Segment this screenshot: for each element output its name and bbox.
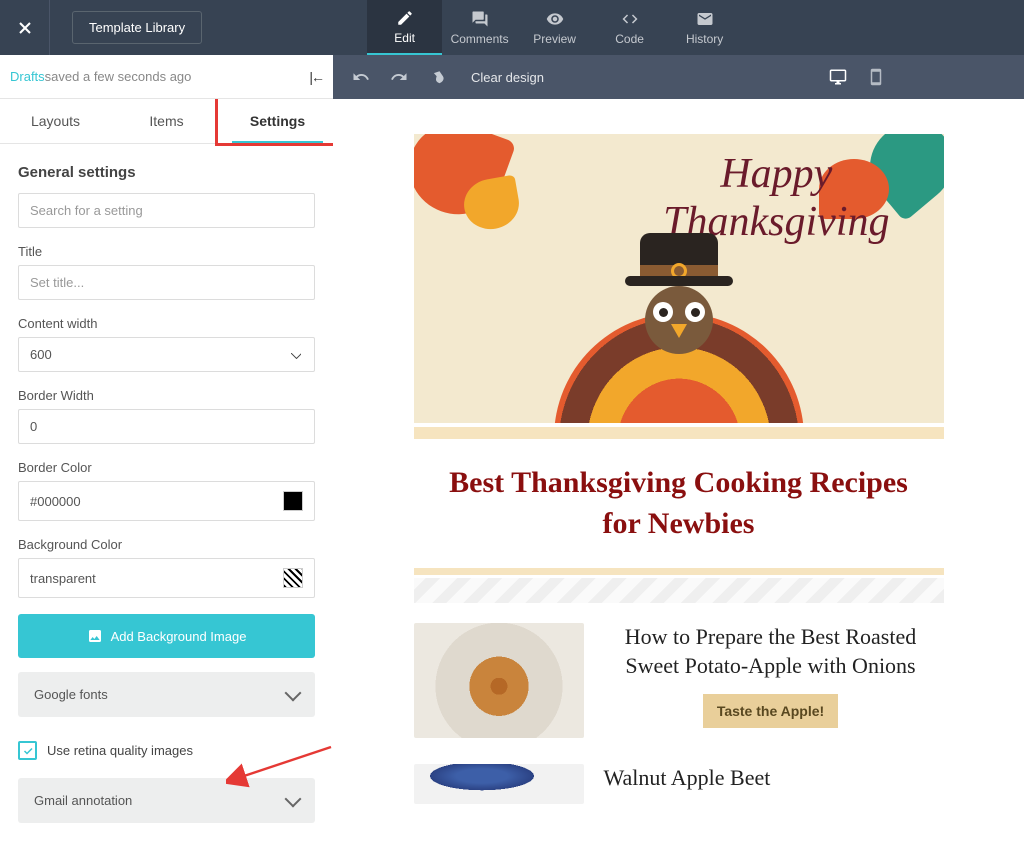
retina-label: Use retina quality images [47, 743, 193, 758]
action-bar: Clear design [333, 55, 1024, 99]
article-title: How to Prepare the Best Roasted Sweet Po… [604, 623, 938, 680]
title-label: Title [18, 244, 315, 259]
article-content: Walnut Apple Beet [604, 764, 944, 804]
top-bar: Template Library Edit Comments Preview C… [0, 0, 1024, 55]
droplet-off-icon [432, 70, 447, 85]
comments-icon [471, 10, 489, 28]
article-row: How to Prepare the Best Roasted Sweet Po… [414, 603, 944, 738]
clear-design-button[interactable]: Clear design [432, 70, 544, 85]
mobile-icon[interactable] [866, 68, 886, 86]
stripes-divider [414, 578, 944, 603]
tab-history[interactable]: History [667, 0, 742, 55]
tab-preview[interactable]: Preview [517, 0, 592, 55]
image-icon [87, 628, 103, 644]
pencil-icon [396, 9, 414, 27]
divider [414, 427, 944, 439]
tab-code[interactable]: Code [592, 0, 667, 55]
eye-icon [546, 10, 564, 28]
saved-label: saved a few seconds ago [45, 69, 192, 84]
panel-tab-items[interactable]: Items [111, 99, 222, 143]
bg-color-label: Background Color [18, 537, 315, 552]
panel-tabs: Layouts Items Settings [0, 99, 333, 144]
gmail-annotation-accordion[interactable]: Gmail annotation [18, 778, 315, 823]
content-width-select[interactable]: 600 [18, 337, 315, 372]
drafts-label: Drafts [10, 69, 45, 84]
headline: Best Thanksgiving Cooking Recipes for Ne… [414, 439, 944, 568]
bg-color-input[interactable]: transparent [18, 558, 315, 598]
border-width-label: Border Width [18, 388, 315, 403]
code-icon [621, 10, 639, 28]
device-toggle [828, 68, 886, 86]
tab-edit[interactable]: Edit [367, 0, 442, 55]
desktop-icon[interactable] [828, 68, 848, 86]
mode-tabs: Edit Comments Preview Code History [367, 0, 742, 55]
close-button[interactable] [0, 0, 50, 55]
article-row: Walnut Apple Beet [414, 738, 944, 804]
chevron-down-icon [285, 790, 302, 807]
content-width-label: Content width [18, 316, 315, 331]
search-input[interactable] [18, 193, 315, 228]
google-fonts-accordion[interactable]: Google fonts [18, 672, 315, 717]
turkey-illustration [554, 273, 804, 423]
check-icon [22, 745, 34, 757]
section-title: General settings [0, 144, 333, 193]
title-input[interactable] [18, 265, 315, 300]
article-image [414, 623, 584, 738]
panel-tab-settings[interactable]: Settings [222, 99, 333, 143]
hero-text: Happy Thanksgiving [663, 150, 889, 246]
main-area: Layouts Items Settings General settings … [0, 99, 1024, 848]
chevron-down-icon [285, 684, 302, 701]
add-bg-image-button[interactable]: Add Background Image [18, 614, 315, 658]
undo-icon[interactable] [351, 68, 371, 86]
sub-bar: Drafts saved a few seconds ago |← Clear … [0, 55, 1024, 99]
article-content: How to Prepare the Best Roasted Sweet Po… [604, 623, 944, 738]
panel-tab-layouts[interactable]: Layouts [0, 99, 111, 143]
hero-section: Happy Thanksgiving [414, 134, 944, 423]
article-image [414, 764, 584, 804]
border-color-swatch [283, 491, 303, 511]
retina-checkbox[interactable] [18, 741, 37, 760]
retina-checkbox-row[interactable]: Use retina quality images [0, 731, 333, 778]
article-cta-button[interactable]: Taste the Apple! [703, 694, 838, 728]
template-library-button[interactable]: Template Library [72, 11, 202, 44]
tab-comments[interactable]: Comments [442, 0, 517, 55]
email-canvas[interactable]: Happy Thanksgiving Best Thanksgiving Coo [333, 99, 1024, 848]
close-icon [15, 18, 35, 38]
bg-color-swatch [283, 568, 303, 588]
history-icon [696, 10, 714, 28]
border-color-input[interactable]: #000000 [18, 481, 315, 521]
border-color-label: Border Color [18, 460, 315, 475]
status-area: Drafts saved a few seconds ago |← [0, 55, 333, 99]
email-preview: Happy Thanksgiving Best Thanksgiving Coo [414, 134, 944, 804]
settings-sidebar: Layouts Items Settings General settings … [0, 99, 333, 848]
article-title: Walnut Apple Beet [604, 764, 938, 793]
redo-icon[interactable] [389, 68, 409, 86]
border-width-input[interactable] [18, 409, 315, 444]
collapse-sidebar-icon[interactable]: |← [309, 69, 323, 85]
divider [414, 568, 944, 575]
